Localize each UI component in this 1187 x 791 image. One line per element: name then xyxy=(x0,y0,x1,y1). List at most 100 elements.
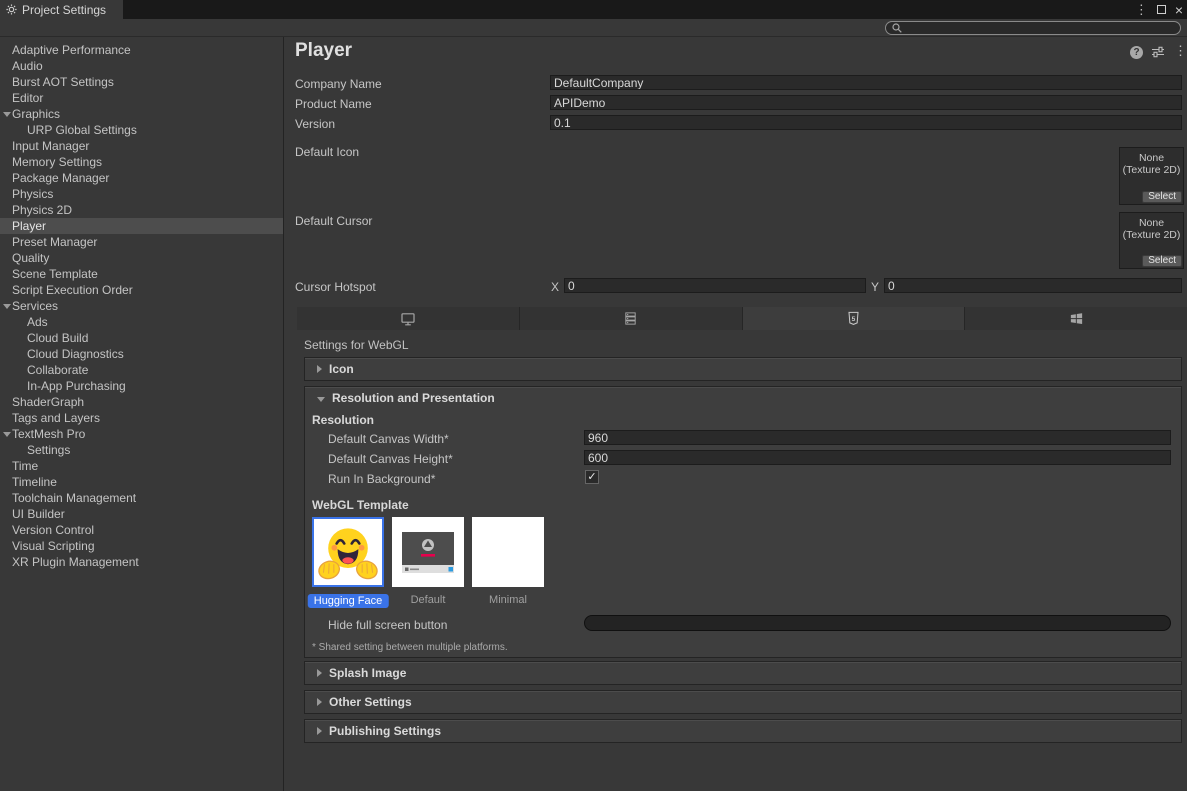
sidebar-item-input-manager[interactable]: Input Manager xyxy=(0,138,283,154)
sidebar-item-quality[interactable]: Quality xyxy=(0,250,283,266)
company-name-field[interactable] xyxy=(550,75,1182,90)
tab-windows-store[interactable] xyxy=(965,307,1187,330)
project-settings-window-tab[interactable]: Project Settings xyxy=(0,0,123,19)
template-thumb-hugging-face[interactable] xyxy=(312,517,384,587)
sidebar-item-services[interactable]: Services xyxy=(0,298,283,314)
sidebar-item-visual-scripting[interactable]: Visual Scripting xyxy=(0,538,283,554)
sidebar-item-preset-manager[interactable]: Preset Manager xyxy=(0,234,283,250)
hotspot-y-field[interactable] xyxy=(884,278,1182,293)
panel-menu-icon[interactable]: ⋮ xyxy=(1174,44,1187,57)
foldout-expanded-icon[interactable] xyxy=(3,432,11,437)
section-other-settings: Other Settings xyxy=(304,690,1182,714)
default-canvas-height-field[interactable] xyxy=(584,450,1171,465)
search-box[interactable] xyxy=(885,21,1181,35)
shared-setting-footnote: * Shared setting between multiple platfo… xyxy=(312,642,508,653)
default-cursor-select-button[interactable]: Select xyxy=(1142,255,1182,267)
search-input[interactable] xyxy=(903,22,1180,34)
texture-type-label: (Texture 2D) xyxy=(1120,164,1183,176)
sidebar-item-adaptive-performance[interactable]: Adaptive Performance xyxy=(0,42,283,58)
sidebar-item-script-execution-order[interactable]: Script Execution Order xyxy=(0,282,283,298)
sidebar-item-ui-builder[interactable]: UI Builder xyxy=(0,506,283,522)
sidebar-item-tags-and-layers[interactable]: Tags and Layers xyxy=(0,410,283,426)
sidebar-item-textmesh-pro-settings[interactable]: Settings xyxy=(0,442,283,458)
default-icon-texture-well[interactable]: None (Texture 2D) Select xyxy=(1119,147,1184,205)
sidebar-item-timeline[interactable]: Timeline xyxy=(0,474,283,490)
run-in-background-label: Run In Background* xyxy=(328,472,435,486)
template-label-minimal[interactable]: Minimal xyxy=(489,594,527,606)
sidebar-item-cloud-diagnostics[interactable]: Cloud Diagnostics xyxy=(0,346,283,362)
help-icon[interactable]: ? xyxy=(1130,46,1143,59)
default-canvas-width-field[interactable] xyxy=(584,430,1171,445)
template-label-hugging-face[interactable]: Hugging Face xyxy=(308,594,389,608)
default-icon-select-button[interactable]: Select xyxy=(1142,191,1182,203)
hide-full-screen-field[interactable] xyxy=(584,615,1171,631)
sidebar-item-graphics[interactable]: Graphics xyxy=(0,106,283,122)
tab-dedicated-server[interactable] xyxy=(520,307,743,330)
windows-icon xyxy=(1069,311,1084,326)
foldout-expanded-icon[interactable] xyxy=(3,112,11,117)
product-name-field[interactable] xyxy=(550,95,1182,110)
run-in-background-checkbox[interactable]: ✓ xyxy=(585,470,599,484)
sidebar-item-scene-template[interactable]: Scene Template xyxy=(0,266,283,282)
version-field[interactable] xyxy=(550,115,1182,130)
section-publishing-settings-header[interactable]: Publishing Settings xyxy=(305,720,1181,742)
foldout-collapsed-icon xyxy=(317,698,322,706)
sidebar-item-label: Adaptive Performance xyxy=(12,43,131,57)
tab-webgl[interactable]: 5 xyxy=(743,307,966,330)
webgl-template-header: WebGL Template xyxy=(312,498,409,512)
foldout-expanded-icon[interactable] xyxy=(3,304,11,309)
sidebar-item-label: URP Global Settings xyxy=(27,123,137,137)
settings-for-platform-label: Settings for WebGL xyxy=(304,338,409,352)
sidebar-item-player[interactable]: Player xyxy=(0,218,283,234)
section-splash-image-header[interactable]: Splash Image xyxy=(305,662,1181,684)
sidebar-item-audio[interactable]: Audio xyxy=(0,58,283,74)
sidebar-item-label: ShaderGraph xyxy=(12,395,84,409)
sidebar-item-label: Time xyxy=(12,459,38,473)
window-menu-button[interactable]: ⋮ xyxy=(1135,3,1148,16)
sidebar-item-label: Settings xyxy=(27,443,70,457)
sidebar-item-ads[interactable]: Ads xyxy=(0,314,283,330)
sidebar-item-label: UI Builder xyxy=(12,507,65,521)
section-resolution-header[interactable]: Resolution and Presentation xyxy=(305,387,1181,409)
sidebar-item-label: Quality xyxy=(12,251,49,265)
sidebar-item-toolchain-management[interactable]: Toolchain Management xyxy=(0,490,283,506)
template-thumb-minimal[interactable] xyxy=(472,517,544,587)
sidebar-item-textmesh-pro[interactable]: TextMesh Pro xyxy=(0,426,283,442)
sidebar-item-physics-2d[interactable]: Physics 2D xyxy=(0,202,283,218)
sidebar-item-label: Physics xyxy=(12,187,53,201)
presets-icon[interactable] xyxy=(1151,45,1165,59)
sidebar-item-burst-aot-settings[interactable]: Burst AOT Settings xyxy=(0,74,283,90)
sidebar-item-cloud-build[interactable]: Cloud Build xyxy=(0,330,283,346)
page-title: Player xyxy=(295,40,352,62)
sidebar-item-collaborate[interactable]: Collaborate xyxy=(0,362,283,378)
sidebar-item-memory-settings[interactable]: Memory Settings xyxy=(0,154,283,170)
sidebar-item-xr-plugin-management[interactable]: XR Plugin Management xyxy=(0,554,283,570)
sidebar-item-physics[interactable]: Physics xyxy=(0,186,283,202)
sidebar-item-in-app-purchasing[interactable]: In-App Purchasing xyxy=(0,378,283,394)
sidebar-item-editor[interactable]: Editor xyxy=(0,90,283,106)
foldout-collapsed-icon xyxy=(317,727,322,735)
template-thumb-default[interactable] xyxy=(392,517,464,587)
default-cursor-texture-well[interactable]: None (Texture 2D) Select xyxy=(1119,212,1184,269)
foldout-expanded-icon xyxy=(317,397,325,402)
section-other-settings-header[interactable]: Other Settings xyxy=(305,691,1181,713)
sidebar-item-shadergraph[interactable]: ShaderGraph xyxy=(0,394,283,410)
sidebar-item-label: Burst AOT Settings xyxy=(12,75,114,89)
section-publishing-settings: Publishing Settings xyxy=(304,719,1182,743)
maximize-button[interactable] xyxy=(1157,5,1166,14)
toolbar xyxy=(0,19,1187,37)
sidebar-item-version-control[interactable]: Version Control xyxy=(0,522,283,538)
section-resolution-presentation: Resolution and Presentation Resolution D… xyxy=(304,386,1182,658)
tab-standalone[interactable] xyxy=(297,307,520,330)
sidebar-item-time[interactable]: Time xyxy=(0,458,283,474)
section-title: Icon xyxy=(329,362,354,376)
sidebar-item-urp-global-settings[interactable]: URP Global Settings xyxy=(0,122,283,138)
section-title: Other Settings xyxy=(329,695,412,709)
sidebar-item-package-manager[interactable]: Package Manager xyxy=(0,170,283,186)
sidebar-item-label: Physics 2D xyxy=(12,203,72,217)
template-label-default[interactable]: Default xyxy=(411,594,446,606)
close-button[interactable]: × xyxy=(1175,3,1183,17)
sidebar-item-label: Graphics xyxy=(12,107,60,121)
hotspot-x-field[interactable] xyxy=(564,278,866,293)
section-icon-header[interactable]: Icon xyxy=(305,358,1181,380)
